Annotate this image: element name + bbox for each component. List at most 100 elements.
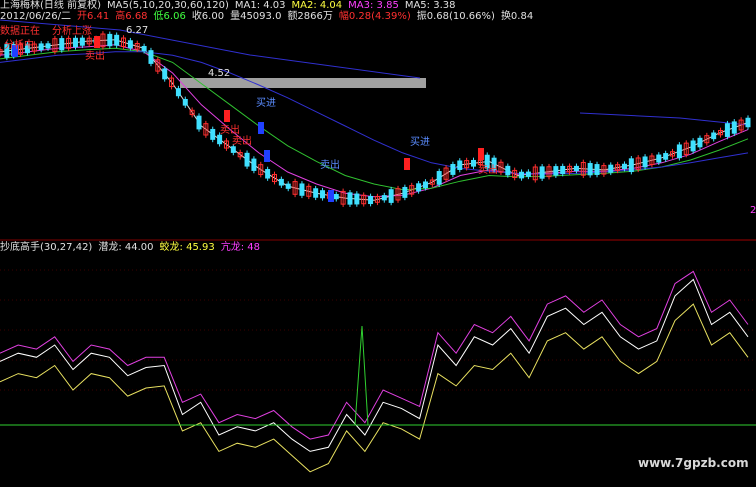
candle-body-89 — [608, 164, 614, 173]
ma-params: MA5(5,10,20,30,60,120) — [106, 0, 229, 11]
signal-block-5 — [328, 190, 334, 202]
signal-block-4 — [264, 150, 270, 162]
candle-body-81 — [553, 166, 559, 176]
trend-line-blue-right — [579, 112, 749, 126]
ma3-value: MA3: 3.85 — [348, 0, 399, 11]
candle-body-109 — [745, 117, 751, 128]
signal-5: 卖出 — [320, 160, 340, 171]
candle-body-64 — [436, 171, 442, 185]
price-band-bar — [180, 78, 426, 88]
candle-body-21 — [141, 45, 147, 52]
amplitude-label: 振0.68(10.66%) — [416, 11, 495, 22]
price-mark-low: 4.52 — [208, 68, 231, 79]
amount-label: 额2866万 — [287, 11, 333, 22]
candle-body-84 — [573, 165, 579, 172]
candle-body-19 — [127, 40, 133, 49]
signal-block-6 — [404, 158, 410, 170]
candle-body-52 — [354, 193, 360, 205]
tag-3: 分析中 — [4, 40, 34, 51]
candle-body-67 — [457, 160, 463, 170]
ma-line-MA5 — [0, 51, 749, 175]
right-edge-mark: 2 — [750, 205, 756, 216]
candle-body-11 — [72, 37, 78, 48]
candle-body-104 — [711, 132, 717, 140]
ma2-value: MA2: 4.04 — [291, 0, 343, 11]
candle-body-37 — [251, 158, 257, 171]
signal-block-3 — [258, 122, 264, 134]
candle-body-86 — [587, 163, 593, 176]
candle-body-44 — [299, 183, 305, 196]
candle-body-27 — [182, 98, 188, 106]
price-mark-high: 6.27 — [126, 25, 149, 36]
candle-body-102 — [697, 137, 703, 148]
candle-body-34 — [230, 146, 236, 153]
candle-body-24 — [162, 68, 168, 80]
ma-line-MA2 — [0, 44, 749, 198]
candle-body-31 — [210, 128, 216, 140]
candle-body-69 — [471, 159, 477, 167]
candle-body-41 — [278, 178, 284, 186]
header-line2: 2012/06/26/二 开6.41 高6.68 低6.06 收6.00 量45093.0… — [0, 11, 533, 22]
signal-block-2 — [224, 110, 230, 122]
ma5-value: MA5: 3.38 — [404, 0, 456, 11]
instrument-title: 上海梅林(日线 前复权) — [0, 0, 101, 11]
candle-body-62 — [422, 181, 428, 189]
watermark: www.7gpzb.com — [638, 456, 749, 470]
candle-body-7 — [45, 43, 51, 49]
signal-block-1 — [94, 36, 100, 48]
candle-body-42 — [285, 183, 291, 189]
change-label: 幅0.28(4.39%) — [338, 11, 411, 22]
signal-2: 卖出 — [220, 125, 240, 136]
indicator-line-1 — [0, 303, 749, 473]
candle-body-79 — [539, 166, 545, 179]
candle-body-46 — [313, 188, 319, 198]
candle-body-6 — [38, 43, 44, 51]
signal-3: 卖出 — [232, 136, 252, 147]
indicator-name: 抄底高手(30,27,42) — [0, 242, 93, 253]
header-line1: 上海梅林(日线 前复权) MA5(5,10,20,30,60,120) MA1: 4… — [0, 0, 455, 11]
candle-body-77 — [525, 171, 531, 177]
candle-body-59 — [402, 186, 408, 198]
open-label: 开6.41 — [77, 11, 110, 22]
candle-body-99 — [676, 144, 682, 159]
signal-6: 买进 — [410, 137, 430, 148]
candle-body-56 — [381, 195, 387, 201]
signal-7: 卖出 — [478, 165, 498, 176]
candle-body-49 — [333, 193, 339, 200]
high-label: 高6.68 — [115, 11, 148, 22]
ma-line-MA1 — [0, 39, 749, 201]
candle-body-22 — [148, 50, 154, 64]
candle-body-97 — [663, 153, 669, 160]
candle-body-94 — [642, 156, 648, 168]
tag-1: 数据正在 — [0, 26, 40, 37]
candle-body-106 — [724, 123, 730, 137]
candle-body-92 — [628, 158, 634, 173]
candle-body-26 — [175, 88, 181, 97]
indicator-header: 抄底高手(30,27,42) 潜龙: 44.00 蛟龙: 45.93 亢龙: 48 — [0, 242, 260, 253]
candle-body-16 — [107, 33, 113, 47]
candle-body-57 — [388, 189, 394, 203]
volume-label: 量45093.0 — [230, 11, 282, 22]
turnover-label: 换0.84 — [500, 11, 534, 22]
candle-body-101 — [690, 140, 696, 152]
indicator-line3-label: 亢龙: 48 — [220, 242, 260, 253]
date-label: 2012/06/26/二 — [0, 11, 72, 22]
indicator-line2-label: 蛟龙: 45.93 — [159, 242, 215, 253]
indicator-line-0 — [0, 278, 749, 452]
candle-body-91 — [621, 163, 627, 169]
low-label: 低6.06 — [153, 11, 186, 22]
candle-body-17 — [114, 34, 120, 46]
candle-body-66 — [450, 164, 456, 175]
indicator-line1-label: 潜龙: 44.00 — [98, 242, 154, 253]
candle-body-51 — [347, 192, 353, 205]
candle-body-32 — [217, 134, 223, 145]
candle-body-47 — [320, 190, 326, 199]
candle-body-61 — [416, 183, 422, 192]
candle-body-9 — [59, 38, 65, 51]
candle-body-54 — [368, 195, 374, 205]
candle-body-36 — [244, 152, 250, 167]
indicator-spike — [354, 325, 369, 426]
indicator-line-2 — [0, 270, 749, 440]
candle-body-29 — [196, 115, 202, 130]
tag-2: 分析上涨 — [52, 26, 92, 37]
